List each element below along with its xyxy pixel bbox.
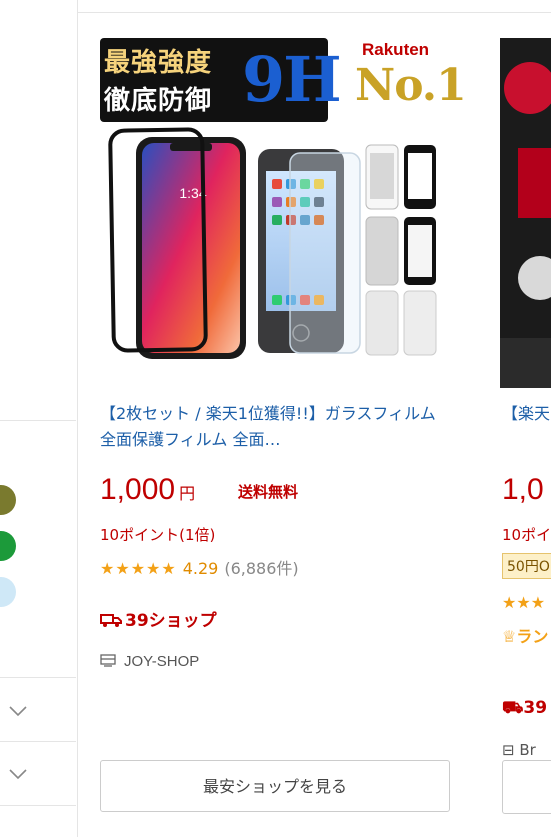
banner-grade: 9H — [242, 43, 342, 116]
star-icons: ★★★★★ — [100, 559, 177, 578]
product-price: 1,000 円 — [100, 473, 195, 507]
shop-badge: 39ショップ — [100, 606, 217, 631]
product-title-link[interactable]: 【楽天1位獲得】全面保護フィルム — [502, 401, 551, 427]
product-banner: 最強強度 徹底防御 9H Rakuten No.1 — [100, 38, 467, 122]
shop-badge-label: 39ショップ — [125, 611, 217, 631]
star-icons: ★★★ — [502, 593, 546, 612]
shop-badge: ⛟39 — [502, 698, 547, 720]
divider — [0, 420, 76, 421]
banner-line2: 徹底防御 — [104, 86, 213, 116]
shop-badge-label: 39 — [523, 698, 548, 718]
store-icon: ⊟ — [502, 741, 520, 759]
truck-icon: ⛟ — [502, 698, 524, 718]
divider — [0, 805, 76, 806]
free-shipping-label: 送料無料 — [238, 483, 299, 501]
price-value: 1,0 — [502, 473, 544, 506]
view-cheapest-shop-button[interactable] — [502, 760, 551, 814]
points-label: 10ポイント(1倍) — [100, 526, 216, 544]
color-swatch-green[interactable] — [0, 531, 16, 561]
shop-name-label: JOY-SHOP — [124, 653, 200, 670]
points-label: 10ポイ — [502, 526, 551, 544]
divider — [0, 741, 76, 742]
store-icon — [100, 654, 116, 667]
rating-row[interactable]: ★★★★★ 4.29 (6,886件) — [100, 555, 299, 579]
banner-rank: No.1 — [355, 60, 467, 111]
product-card[interactable]: 【楽天1位獲得】全面保護フィルム 1,0 10ポイ 50円OFF ★★★ ♕ラン… — [500, 13, 551, 837]
ranking-badge[interactable]: ♕ラン — [502, 623, 548, 647]
shop-link[interactable]: ⊟ Br — [502, 741, 536, 759]
ranking-label: ラン — [516, 627, 549, 646]
product-title-link[interactable]: 【2枚セット / 楽天1位獲得!!】ガラスフィルム 全面保護フィルム 全面… — [100, 401, 450, 453]
coupon-badge[interactable]: 50円OFF — [502, 553, 551, 579]
review-count[interactable]: (6,886件) — [224, 559, 298, 578]
color-swatch-olive[interactable] — [0, 485, 16, 515]
product-image[interactable] — [500, 38, 551, 388]
product-image[interactable]: 1:34 — [100, 125, 460, 373]
truck-icon — [100, 614, 122, 627]
filter-sidebar — [0, 0, 78, 837]
price-value: 1,000 — [100, 473, 176, 506]
view-cheapest-shop-button[interactable]: 最安ショップを見る — [100, 760, 450, 812]
price-currency: 円 — [179, 484, 196, 503]
rating-score: 4.29 — [182, 559, 219, 578]
shop-name-label: Br — [519, 741, 536, 759]
chevron-down-icon[interactable] — [8, 767, 28, 781]
crown-icon: ♕ — [502, 627, 517, 646]
chevron-down-icon[interactable] — [8, 704, 28, 718]
shop-link[interactable]: JOY-SHOP — [100, 653, 199, 670]
color-swatch-lightblue[interactable] — [0, 577, 16, 607]
banner-line1: 最強強度 — [104, 48, 213, 78]
divider — [0, 677, 76, 678]
product-card[interactable]: 最強強度 徹底防御 9H Rakuten No.1 1:34 【2枚セット / … — [78, 13, 476, 837]
banner-brand: Rakuten — [362, 40, 430, 59]
